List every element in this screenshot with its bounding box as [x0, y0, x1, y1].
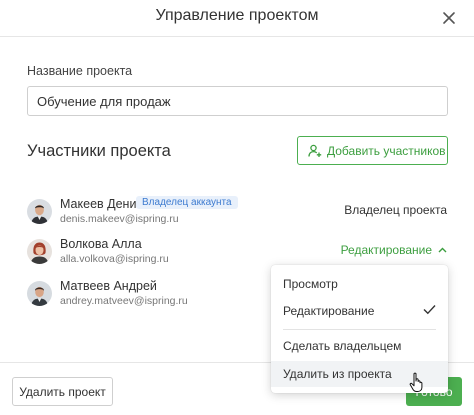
dialog-title: Управление проектом — [155, 7, 319, 24]
project-name-input[interactable] — [27, 86, 448, 116]
avatar — [27, 281, 52, 306]
member-email: andrey.matveev@ispring.ru — [60, 295, 188, 307]
close-button[interactable] — [438, 7, 460, 29]
menu-divider — [283, 329, 436, 330]
add-members-label: Добавить участников — [327, 143, 446, 158]
avatar — [27, 239, 52, 264]
member-name: Матвеев Андрей — [60, 279, 157, 293]
menu-item-label: Сделать владельцем — [283, 339, 402, 353]
close-icon — [443, 12, 455, 24]
member-role-owner: Владелец проекта — [344, 203, 447, 217]
add-members-button[interactable]: Добавить участников — [297, 136, 448, 165]
member-name: Волкова Алла — [60, 237, 142, 251]
hand-cursor-icon — [409, 372, 423, 392]
add-user-icon — [308, 144, 322, 158]
members-section-title: Участники проекта — [27, 142, 171, 160]
menu-item-make-owner[interactable]: Сделать владельцем — [271, 333, 448, 359]
member-email: alla.volkova@ispring.ru — [60, 253, 169, 265]
member-email: denis.makeev@ispring.ru — [60, 213, 179, 225]
member-name: Макеев Денис — [60, 197, 143, 211]
project-management-dialog: Управление проектом Название проекта Уча… — [0, 0, 474, 415]
avatar — [27, 199, 52, 224]
menu-item-label: Удалить из проекта — [283, 367, 392, 381]
menu-item-edit[interactable]: Редактирование — [271, 298, 448, 324]
checkmark-icon — [423, 304, 436, 315]
account-owner-badge: Владелец аккаунта — [136, 196, 238, 209]
chevron-up-icon — [438, 247, 447, 253]
member-role-dropdown[interactable]: Редактирование — [341, 243, 447, 257]
menu-item-label: Редактирование — [283, 304, 375, 318]
member-role-value: Редактирование — [340, 243, 432, 257]
delete-project-button[interactable]: Удалить проект — [12, 377, 113, 406]
menu-item-view[interactable]: Просмотр — [271, 271, 448, 297]
dialog-header: Управление проектом — [0, 0, 474, 37]
project-name-label: Название проекта — [27, 64, 133, 78]
menu-item-label: Просмотр — [283, 277, 338, 291]
